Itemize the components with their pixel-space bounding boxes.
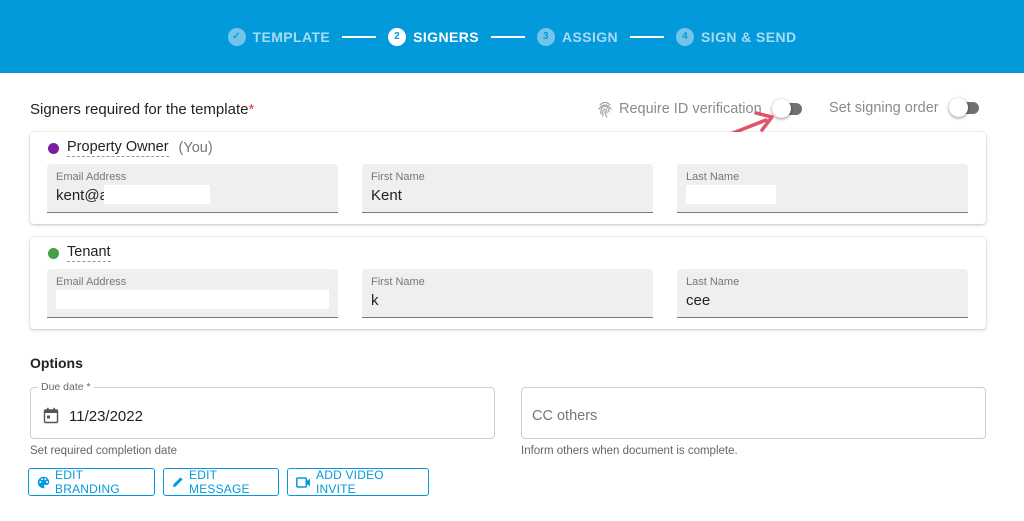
add-video-invite-label: ADD VIDEO INVITE — [316, 468, 384, 496]
video-camera-icon — [296, 476, 310, 488]
check-icon: ✓ — [227, 27, 246, 46]
set-signing-order: Set signing order — [829, 98, 979, 117]
step-signers-label: SIGNERS — [413, 28, 479, 45]
role-name[interactable]: Tenant — [67, 244, 111, 262]
email-field[interactable]: Email Address — [47, 269, 338, 318]
step-template-label: TEMPLATE — [252, 28, 331, 45]
section-title: Signers required for the template* — [30, 101, 254, 118]
due-date-helper: Set required completion date — [30, 445, 178, 457]
first-name-field[interactable]: First Name k — [362, 269, 653, 318]
cc-others-helper: Inform others when document is complete. — [521, 445, 738, 457]
step-connector — [342, 35, 377, 38]
field-value: k — [371, 292, 379, 309]
signer-card-tenant: Tenant Email Address First Name k Last N… — [30, 237, 986, 329]
signer-card-property-owner: Property Owner (You) Email Address kent@… — [30, 132, 986, 224]
first-name-field[interactable]: First Name Kent — [362, 164, 653, 213]
step-connector — [630, 35, 665, 38]
field-value: kent@a — [56, 187, 108, 204]
email-field[interactable]: Email Address kent@a — [47, 164, 338, 213]
cc-others-input[interactable]: CC others — [521, 387, 986, 439]
section-title-text: Signers required for the template — [30, 101, 249, 118]
step-assign-label: ASSIGN — [561, 28, 619, 45]
role-color-dot — [48, 247, 59, 259]
field-label: First Name — [371, 171, 425, 183]
redaction — [56, 290, 329, 309]
role-suffix: (You) — [178, 140, 213, 156]
role-color-dot — [48, 142, 59, 154]
step-sign-send[interactable]: 4 SIGN & SEND — [676, 27, 797, 46]
due-date-field[interactable]: Due date * 11/23/2022 — [30, 381, 495, 439]
pencil-icon — [173, 477, 183, 487]
palette-icon — [37, 476, 50, 488]
edit-branding-button[interactable]: EDIT BRANDING — [28, 468, 155, 496]
signing-order-label: Set signing order — [829, 100, 939, 116]
field-label: Last Name — [686, 276, 740, 288]
field-label: First Name — [371, 276, 425, 288]
step-number: 2 — [388, 27, 407, 46]
step-number: 4 — [676, 27, 695, 46]
field-label: Email Address — [56, 276, 127, 288]
due-date-value: 11/23/2022 — [69, 408, 143, 425]
due-date-label: Due date * — [38, 381, 94, 393]
last-name-field[interactable]: Last Name — [677, 164, 968, 213]
step-template[interactable]: ✓ TEMPLATE — [227, 27, 331, 46]
edit-message-label: EDIT MESSAGE — [189, 468, 250, 496]
signer-role-row: Tenant — [48, 244, 111, 262]
step-connector — [490, 35, 525, 38]
edit-branding-label: EDIT BRANDING — [55, 468, 120, 496]
add-video-invite-button[interactable]: ADD VIDEO INVITE — [287, 468, 429, 496]
toggle-knob — [948, 98, 968, 117]
step-assign[interactable]: 3 ASSIGN — [536, 27, 619, 46]
options-title: Options — [30, 355, 83, 371]
field-label: Last Name — [686, 171, 740, 183]
redaction — [104, 185, 210, 204]
signer-role-row: Property Owner (You) — [48, 139, 213, 157]
redaction — [686, 185, 776, 204]
last-name-field[interactable]: Last Name cee — [677, 269, 968, 318]
role-name[interactable]: Property Owner — [67, 139, 169, 157]
required-mark: * — [248, 101, 255, 118]
field-label: Email Address — [56, 171, 127, 183]
fingerprint-icon — [598, 101, 612, 118]
step-number: 3 — [536, 27, 555, 46]
step-signers[interactable]: 2 SIGNERS — [388, 27, 479, 46]
signing-order-toggle[interactable] — [948, 98, 979, 117]
field-value: Kent — [371, 187, 402, 204]
field-value: cee — [686, 292, 711, 309]
calendar-icon — [43, 407, 59, 424]
edit-message-button[interactable]: EDIT MESSAGE — [163, 468, 279, 496]
progress-stepper: ✓ TEMPLATE 2 SIGNERS 3 ASSIGN 4 SIGN & S… — [0, 0, 1024, 73]
cc-others-placeholder: CC others — [532, 408, 598, 424]
step-sign-send-label: SIGN & SEND — [701, 28, 797, 45]
